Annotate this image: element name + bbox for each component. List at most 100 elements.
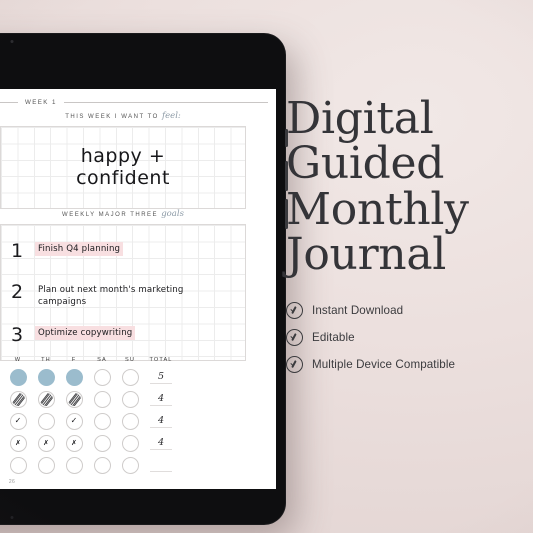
tracker-mark-empty[interactable] bbox=[93, 368, 111, 386]
tracker-cell[interactable]: ✗ bbox=[32, 434, 60, 452]
tracker-mark-x[interactable]: ✗ bbox=[65, 434, 83, 452]
tracker-cell[interactable] bbox=[116, 434, 144, 452]
table-row[interactable] bbox=[0, 454, 264, 476]
tracker-mark-empty[interactable] bbox=[121, 434, 139, 452]
tracker-total-value: 5 bbox=[144, 368, 178, 386]
tracker-mark-empty[interactable] bbox=[121, 412, 139, 430]
tracker-cell[interactable] bbox=[116, 456, 144, 474]
tracker-total-value: 4 bbox=[144, 434, 178, 452]
tracker-day-header: SU bbox=[125, 357, 135, 363]
check-circle-icon bbox=[286, 302, 303, 320]
tracker-mark-empty[interactable] bbox=[93, 434, 111, 452]
table-row[interactable]: ...utes54 bbox=[0, 388, 264, 410]
tracker-day-header: F bbox=[71, 357, 77, 363]
tracker-cell[interactable] bbox=[32, 368, 60, 386]
marketing-panel: Digital Guided Monthly Journal Instant D… bbox=[286, 96, 526, 383]
week-label: WEEK 1 bbox=[25, 98, 57, 106]
tracker-mark-empty[interactable] bbox=[121, 456, 139, 474]
feature-list: Instant Download Editable Multiple Devic… bbox=[286, 302, 526, 374]
goal-number: 3 bbox=[10, 324, 24, 346]
tracker-mark-scribble[interactable] bbox=[37, 390, 55, 408]
goal-text: Optimize copywriting bbox=[35, 326, 136, 341]
scribble-icon bbox=[67, 392, 81, 406]
feel-caption-script: feel: bbox=[162, 111, 181, 121]
header-rule-right bbox=[63, 101, 268, 103]
tracker-cell[interactable] bbox=[88, 368, 116, 386]
table-row[interactable]: 55 bbox=[0, 366, 264, 388]
tracker-cell[interactable] bbox=[32, 390, 60, 408]
habit-tracker: GOAL M TU W TH F SA SU TOTAL 55...utes54… bbox=[0, 357, 264, 476]
tracker-cell[interactable] bbox=[116, 368, 144, 386]
tracker-cell[interactable] bbox=[116, 412, 144, 430]
feel-handwriting: happy + confident bbox=[1, 127, 245, 208]
title-line: Journal bbox=[286, 228, 447, 280]
tracker-cell[interactable] bbox=[4, 368, 32, 386]
tracker-mark-empty[interactable] bbox=[93, 390, 111, 408]
x-icon: ✗ bbox=[43, 438, 49, 447]
goal-item[interactable]: 1 Finish Q4 planning bbox=[9, 242, 235, 261]
tracker-cell[interactable]: ✓ bbox=[60, 412, 88, 430]
tablet-screen: WEEK 1 JANUARY TH F SA SU 4 bbox=[0, 89, 276, 489]
goals-caption-script: goals bbox=[161, 209, 184, 219]
tracker-mark-empty[interactable] bbox=[121, 390, 139, 408]
tracker-mark-empty[interactable] bbox=[37, 456, 55, 474]
tracker-mark-fill[interactable] bbox=[65, 368, 83, 386]
tracker-mark-empty[interactable] bbox=[93, 456, 111, 474]
goals-section: WEEKLY MAJOR THREE goals 1 Finish Q4 pla… bbox=[0, 209, 246, 361]
tracker-mark-fill[interactable] bbox=[37, 368, 55, 386]
feel-grid-canvas[interactable]: happy + confident bbox=[0, 126, 246, 209]
goal-number: 2 bbox=[10, 281, 24, 303]
tracker-total-header: TOTAL bbox=[149, 357, 173, 363]
tracker-cell[interactable] bbox=[4, 456, 32, 474]
table-row[interactable]: ... bed5✗✗✗✗4 bbox=[0, 432, 264, 454]
header-rule-left bbox=[0, 101, 18, 103]
tracker-cell[interactable]: ✓ bbox=[4, 412, 32, 430]
tracker-mark-check[interactable]: ✓ bbox=[65, 412, 83, 430]
goal-item[interactable]: 2 Plan out next month's marketing campai… bbox=[9, 283, 235, 310]
tracker-cell[interactable] bbox=[88, 412, 116, 430]
feel-line: happy + bbox=[80, 144, 166, 167]
tracker-cell[interactable] bbox=[32, 412, 60, 430]
tracker-total-value: 4 bbox=[144, 390, 178, 408]
goal-text: Finish Q4 planning bbox=[35, 242, 124, 257]
tracker-cell[interactable] bbox=[60, 368, 88, 386]
tracker-mark-empty[interactable] bbox=[37, 412, 55, 430]
tracker-cell[interactable] bbox=[4, 390, 32, 408]
tracker-cell[interactable] bbox=[60, 390, 88, 408]
tracker-cell[interactable]: ✗ bbox=[4, 434, 32, 452]
tracker-mark-fill[interactable] bbox=[9, 368, 27, 386]
tracker-mark-empty[interactable] bbox=[121, 368, 139, 386]
page-number: 26 bbox=[8, 479, 16, 485]
tracker-cell[interactable] bbox=[60, 456, 88, 474]
goals-caption: WEEKLY MAJOR THREE goals bbox=[0, 209, 246, 219]
tracker-cell[interactable] bbox=[88, 434, 116, 452]
table-row[interactable]: ...from Daily Rituals5✓✓✓✓4 bbox=[0, 410, 264, 432]
tracker-cell[interactable]: ✗ bbox=[60, 434, 88, 452]
page-title: Digital Guided Monthly Journal bbox=[286, 96, 526, 280]
product-mockup-canvas: WEEK 1 JANUARY TH F SA SU 4 bbox=[0, 0, 533, 533]
goal-item[interactable]: 3 Optimize copywriting bbox=[9, 326, 235, 345]
tracker-cell[interactable] bbox=[116, 390, 144, 408]
tracker-mark-scribble[interactable] bbox=[65, 390, 83, 408]
tracker-mark-check[interactable]: ✓ bbox=[9, 412, 27, 430]
tracker-total-value: 4 bbox=[144, 412, 178, 430]
tracker-mark-x[interactable]: ✗ bbox=[37, 434, 55, 452]
tracker-day-header: W bbox=[14, 357, 22, 363]
feature-label: Multiple Device Compatible bbox=[312, 358, 456, 372]
tracker-mark-empty[interactable] bbox=[93, 412, 111, 430]
x-icon: ✗ bbox=[71, 438, 77, 447]
check-icon: ✓ bbox=[70, 416, 78, 425]
tracker-cell[interactable] bbox=[32, 456, 60, 474]
goals-grid-canvas[interactable]: 1 Finish Q4 planning 2 Plan out next mon… bbox=[0, 224, 246, 361]
tracker-mark-scribble[interactable] bbox=[9, 390, 27, 408]
tracker-cell[interactable] bbox=[88, 390, 116, 408]
tracker-mark-x[interactable]: ✗ bbox=[9, 434, 27, 452]
title-line: Guided bbox=[286, 138, 445, 190]
feature-item: Editable bbox=[286, 329, 526, 347]
feature-label: Instant Download bbox=[312, 304, 404, 318]
journal-page: WEEK 1 JANUARY TH F SA SU 4 bbox=[0, 89, 276, 489]
tracker-day-header: TH bbox=[41, 357, 51, 363]
tracker-mark-empty[interactable] bbox=[65, 456, 83, 474]
tracker-mark-empty[interactable] bbox=[9, 456, 27, 474]
tracker-cell[interactable] bbox=[88, 456, 116, 474]
